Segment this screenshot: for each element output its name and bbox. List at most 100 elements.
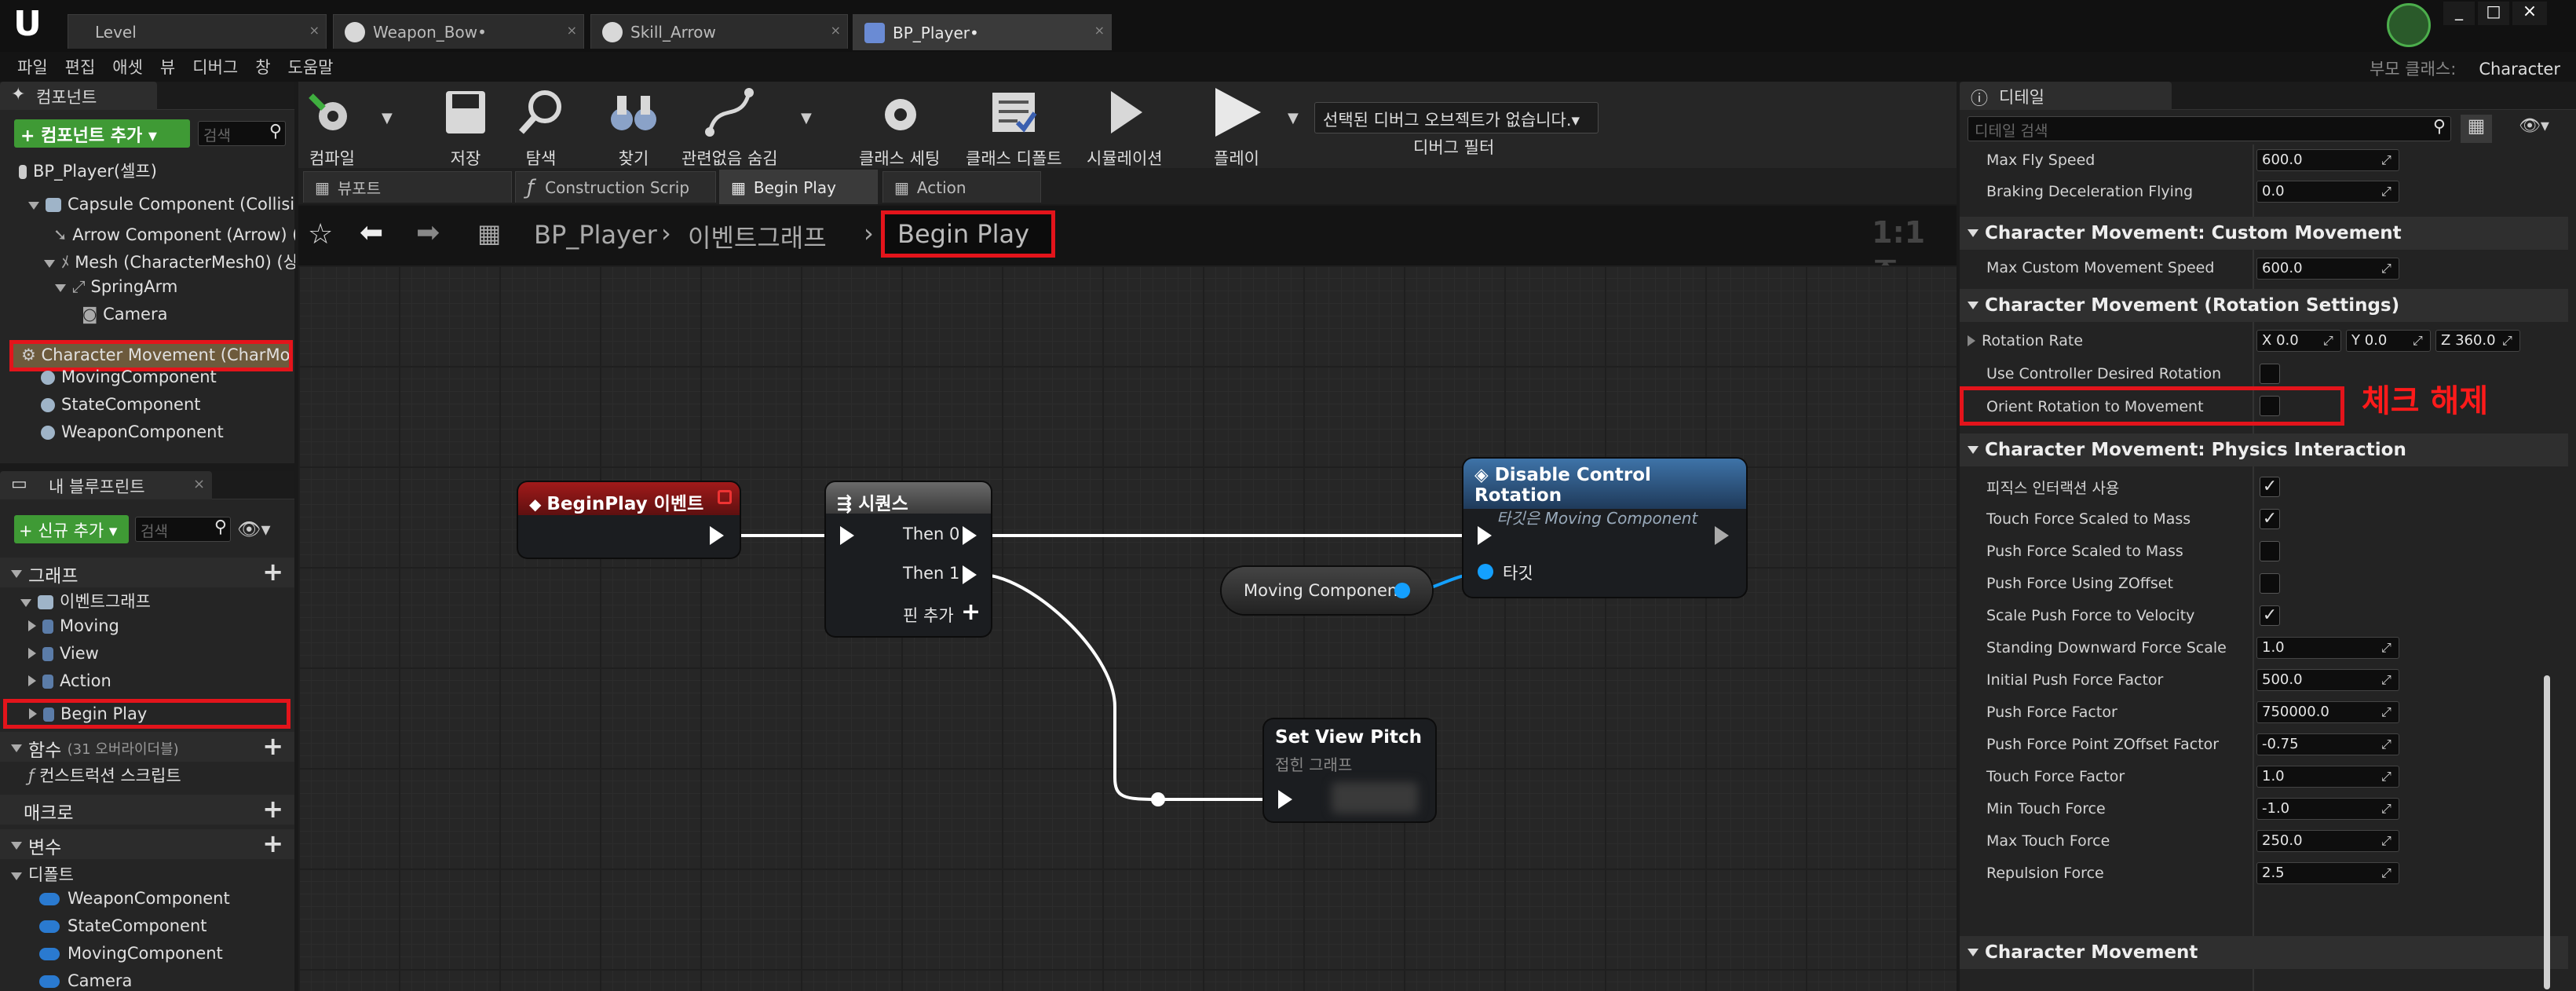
tab-level[interactable]: Level × (68, 14, 327, 49)
back-arrow-icon[interactable]: ⬅ (360, 217, 383, 249)
component-weapon[interactable]: WeaponComponent (41, 422, 224, 441)
value-field[interactable]: 500.0 ⤢ (2256, 669, 2399, 691)
exec-in-pin[interactable] (840, 526, 854, 545)
expand-icon[interactable] (55, 284, 66, 292)
value-field[interactable]: 750000.0 ⤢ (2256, 701, 2399, 723)
rotation-rate-z-field[interactable]: Z 360.0 ⤢ (2435, 330, 2520, 352)
blueprint-search-input[interactable]: 검색 ⚲ (135, 517, 231, 542)
expand-icon[interactable] (11, 744, 22, 752)
unreal-logo-icon[interactable]: U (8, 5, 47, 44)
category-custom-movement[interactable]: Character Movement: Custom Movement (1960, 217, 2568, 250)
breadcrumb-event-graph[interactable]: 이벤트그래프 (688, 218, 827, 254)
menu-debug[interactable]: 디버그 (192, 55, 238, 79)
forward-arrow-icon[interactable]: ➡ (416, 217, 440, 249)
component-camera[interactable]: ◙ Camera (82, 305, 167, 324)
push-force-scaled-checkbox[interactable] (2260, 541, 2280, 561)
reset-arrow-icon[interactable]: ⤢ (2381, 769, 2395, 784)
browse-button[interactable]: 탐색 (513, 85, 568, 170)
search-icon[interactable]: ⚲ (269, 122, 282, 141)
rotation-rate-x-field[interactable]: X 0.0 ⤢ (2256, 330, 2341, 352)
details-scrollbar[interactable] (2544, 675, 2550, 989)
reset-arrow-icon[interactable]: ⤢ (2323, 333, 2337, 349)
menu-edit[interactable]: 편집 (65, 55, 96, 79)
component-mesh[interactable]: ﾒ Mesh (CharacterMesh0) (상속 (44, 250, 295, 273)
reset-arrow-icon[interactable]: ⤢ (2381, 261, 2395, 276)
close-icon[interactable]: × (1094, 23, 1105, 38)
set-view-pitch-node[interactable]: Set View Pitch 접힌 그래프 (1264, 719, 1435, 821)
expand-icon[interactable] (28, 648, 36, 659)
component-search-input[interactable]: 검색 ⚲ (198, 121, 286, 146)
chevron-down-icon[interactable]: ▼ (1288, 110, 1299, 126)
close-icon[interactable]: × (831, 23, 841, 38)
expand-icon[interactable] (11, 842, 22, 850)
exec-out-pin[interactable] (710, 526, 724, 545)
construction-script-item[interactable]: ƒ 컨스트럭션 스크립트 (28, 763, 181, 787)
find-button[interactable]: 찾기 (606, 85, 661, 170)
expand-icon[interactable] (44, 260, 55, 268)
max-custom-speed-field[interactable]: 600.0 ⤢ (2256, 258, 2399, 280)
reset-arrow-icon[interactable]: ⤢ (2381, 737, 2395, 752)
max-fly-speed-field[interactable]: 600.0 ⤢ (2256, 149, 2399, 171)
expand-icon[interactable] (1968, 335, 1975, 346)
add-function-button[interactable]: + (262, 733, 283, 759)
category-rotation-settings[interactable]: Character Movement (Rotation Settings) (1960, 289, 2568, 322)
value-field[interactable]: 2.5 ⤢ (2256, 862, 2399, 884)
expand-icon[interactable] (29, 708, 37, 719)
graph-canvas[interactable] (298, 265, 1957, 991)
category-physics-interaction[interactable]: Character Movement: Physics Interaction (1960, 433, 2568, 466)
reset-arrow-icon[interactable]: ⤢ (2381, 801, 2395, 817)
component-springarm[interactable]: ⤢ SpringArm (55, 277, 177, 297)
output-pin-icon[interactable] (1394, 583, 1410, 598)
tab-begin-play[interactable]: ▦ Begin Play (719, 170, 878, 204)
component-arrow[interactable]: ➘ Arrow Component (Arrow) (상 (53, 222, 295, 246)
save-button[interactable]: 저장 (438, 85, 493, 170)
exec-out-pin[interactable] (1715, 526, 1729, 545)
menu-asset[interactable]: 애셋 (112, 55, 143, 79)
close-icon[interactable]: × (309, 23, 320, 38)
exec-in-pin[interactable] (1278, 790, 1292, 809)
expand-icon[interactable] (1968, 229, 1979, 237)
add-variable-button[interactable]: + (262, 831, 283, 856)
expand-icon[interactable] (1968, 949, 1979, 956)
variable-item[interactable]: WeaponComponent (39, 889, 230, 908)
target-pin-icon[interactable] (1478, 564, 1493, 580)
component-moving[interactable]: MovingComponent (41, 368, 217, 386)
debug-object-select[interactable]: 선택된 디버그 오브젝트가 없습니다.▾ (1314, 102, 1599, 133)
eye-icon[interactable]: 👁▾ (2519, 116, 2549, 136)
add-new-button[interactable]: + 신규 추가 ▾ (14, 515, 129, 543)
graph-item-moving[interactable]: Moving (28, 616, 119, 635)
menu-help[interactable]: 도움말 (288, 55, 334, 79)
delegate-pin-icon[interactable] (718, 490, 732, 504)
expand-icon[interactable] (11, 570, 22, 578)
expand-icon[interactable] (28, 675, 36, 686)
tab-skill-arrow[interactable]: Skill_Arrow × (590, 14, 848, 49)
menu-view[interactable]: 뷰 (160, 55, 175, 79)
reset-arrow-icon[interactable]: ⤢ (2381, 865, 2395, 881)
star-icon[interactable]: ☆ (308, 218, 333, 250)
eye-icon[interactable]: 👁▾ (237, 518, 271, 540)
graph-item-begin-play[interactable]: Begin Play (3, 699, 290, 729)
tab-weapon-bow[interactable]: Weapon_Bow• × (333, 14, 584, 49)
add-pin-icon[interactable]: + (961, 598, 981, 626)
add-pin-label[interactable]: 핀 추가 (903, 603, 954, 627)
property-rotation-rate[interactable]: Rotation Rate (1960, 325, 2254, 357)
rotation-rate-y-field[interactable]: Y 0.0 ⤢ (2346, 330, 2431, 352)
physics-interaction-checkbox[interactable]: ✓ (2260, 477, 2280, 497)
push-force-zoffset-checkbox[interactable] (2260, 573, 2280, 594)
reset-arrow-icon[interactable]: ⤢ (2413, 333, 2427, 349)
menu-window[interactable]: 창 (255, 55, 270, 79)
chevron-down-icon[interactable]: ▼ (801, 110, 812, 126)
close-button[interactable]: × (2512, 2, 2547, 25)
add-component-button[interactable]: + 컴포넌트 추가 ▾ (14, 119, 190, 148)
value-field[interactable]: -1.0 ⤢ (2256, 798, 2399, 820)
variable-item[interactable]: StateComponent (39, 916, 207, 935)
menu-file[interactable]: 파일 (17, 55, 48, 79)
reset-arrow-icon[interactable]: ⤢ (2502, 333, 2516, 349)
chevron-down-icon[interactable]: ▼ (382, 110, 393, 126)
grid-view-icon[interactable]: ▦ (2461, 115, 2492, 143)
functions-section[interactable]: 함수 (31 오버라이더블) + (0, 732, 294, 762)
reset-arrow-icon[interactable]: ⤢ (2381, 152, 2395, 168)
braking-deceleration-field[interactable]: 0.0 ⤢ (2256, 181, 2399, 203)
value-field[interactable]: -0.75 ⤢ (2256, 733, 2399, 755)
breadcrumb-blueprint[interactable]: BP_Player (534, 220, 657, 250)
